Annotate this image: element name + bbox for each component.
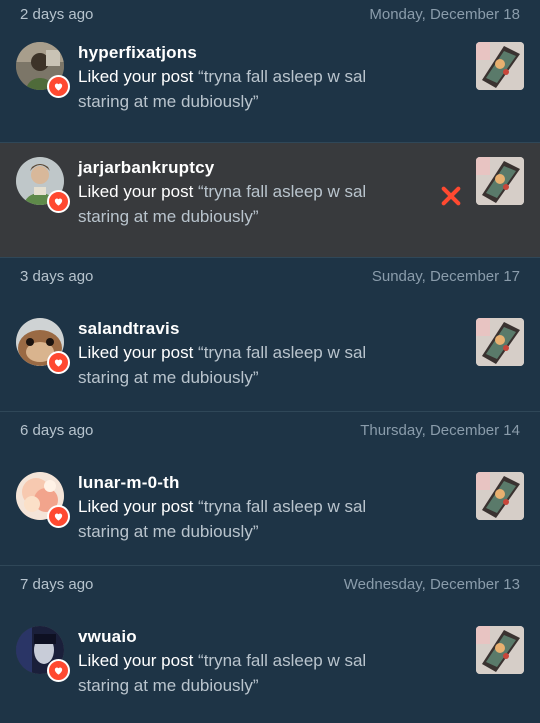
absolute-date: Sunday, December 17	[371, 267, 520, 285]
divider	[0, 257, 540, 258]
notification-text: vwuaio Liked your post “tryna fall aslee…	[78, 626, 418, 698]
heart-icon	[47, 505, 70, 528]
post-thumbnail[interactable]	[476, 318, 524, 366]
heart-icon	[47, 190, 70, 213]
relative-date: 7 days ago	[20, 575, 94, 593]
action-text: Liked your post	[78, 651, 194, 670]
date-header: 2 days ago Monday, December 18	[0, 0, 540, 28]
notification-text: jarjarbankruptcy Liked your post “tryna …	[78, 157, 418, 229]
notification-message: Liked your post “tryna fall asleep w sal…	[78, 494, 418, 544]
notification-text: salandtravis Liked your post “tryna fall…	[78, 318, 418, 390]
absolute-date: Monday, December 18	[369, 5, 520, 23]
notification-item[interactable]: vwuaio Liked your post “tryna fall aslee…	[0, 598, 540, 719]
action-text: Liked your post	[78, 497, 194, 516]
divider	[0, 411, 540, 412]
activity-feed: 2 days ago Monday, December 18 hyperfixa…	[0, 0, 540, 719]
date-header: 3 days ago Sunday, December 17	[0, 262, 540, 290]
avatar-container[interactable]	[16, 157, 70, 213]
notification-message: Liked your post “tryna fall asleep w sal…	[78, 648, 418, 698]
notification-item[interactable]: jarjarbankruptcy Liked your post “tryna …	[0, 143, 540, 257]
action-text: Liked your post	[78, 343, 194, 362]
notification-item[interactable]: lunar-m-0-th Liked your post “tryna fall…	[0, 444, 540, 565]
notification-text: hyperfixatjons Liked your post “tryna fa…	[78, 42, 418, 114]
post-thumbnail[interactable]	[476, 157, 524, 205]
action-text: Liked your post	[78, 182, 194, 201]
notification-item[interactable]: salandtravis Liked your post “tryna fall…	[0, 290, 540, 411]
username-link[interactable]: salandtravis	[78, 318, 418, 340]
notification-message: Liked your post “tryna fall asleep w sal…	[78, 179, 418, 229]
relative-date: 3 days ago	[20, 267, 94, 285]
close-icon[interactable]	[438, 183, 464, 209]
action-text: Liked your post	[78, 67, 194, 86]
username-link[interactable]: jarjarbankruptcy	[78, 157, 418, 179]
notification-item[interactable]: hyperfixatjons Liked your post “tryna fa…	[0, 28, 540, 142]
avatar-container[interactable]	[16, 626, 70, 682]
relative-date: 2 days ago	[20, 5, 94, 23]
date-header: 6 days ago Thursday, December 14	[0, 416, 540, 444]
notification-message: Liked your post “tryna fall asleep w sal…	[78, 64, 418, 114]
avatar-container[interactable]	[16, 42, 70, 98]
divider	[0, 565, 540, 566]
username-link[interactable]: hyperfixatjons	[78, 42, 418, 64]
heart-icon	[47, 659, 70, 682]
avatar-container[interactable]	[16, 472, 70, 528]
heart-icon	[47, 75, 70, 98]
avatar-container[interactable]	[16, 318, 70, 374]
notification-text: lunar-m-0-th Liked your post “tryna fall…	[78, 472, 418, 544]
absolute-date: Thursday, December 14	[360, 421, 520, 439]
relative-date: 6 days ago	[20, 421, 94, 439]
username-link[interactable]: lunar-m-0-th	[78, 472, 418, 494]
absolute-date: Wednesday, December 13	[343, 575, 520, 593]
notification-message: Liked your post “tryna fall asleep w sal…	[78, 340, 418, 390]
post-thumbnail[interactable]	[476, 626, 524, 674]
date-header: 7 days ago Wednesday, December 13	[0, 570, 540, 598]
heart-icon	[47, 351, 70, 374]
username-link[interactable]: vwuaio	[78, 626, 418, 648]
post-thumbnail[interactable]	[476, 42, 524, 90]
post-thumbnail[interactable]	[476, 472, 524, 520]
